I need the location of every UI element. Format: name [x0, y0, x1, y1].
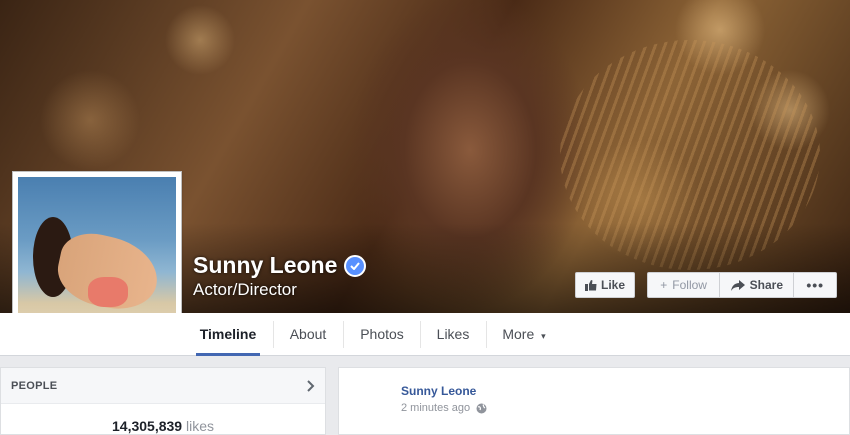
verified-badge-icon [344, 254, 367, 277]
people-card: PEOPLE 14,305,839 likes [0, 367, 326, 435]
post-meta: 2 minutes ago [401, 402, 487, 414]
tab-separator [273, 321, 274, 348]
share-button[interactable]: Share [720, 273, 795, 297]
tab-separator [486, 321, 487, 348]
page-tab-bar: Timeline About Photos Likes More ▾ [0, 313, 850, 356]
follow-label: Follow [672, 278, 707, 292]
page-action-buttons: + Follow Share ••• [647, 272, 837, 298]
page-name-row: Sunny Leone [193, 252, 367, 279]
tab-about[interactable]: About [276, 313, 340, 355]
page-name[interactable]: Sunny Leone [193, 252, 337, 279]
chevron-right-icon [307, 379, 315, 392]
profile-picture-image [18, 177, 176, 335]
likes-label: likes [185, 418, 214, 434]
tab-separator [343, 321, 344, 348]
people-card-header[interactable]: PEOPLE [1, 368, 325, 404]
tab-likes[interactable]: Likes [423, 313, 483, 355]
like-button[interactable]: Like [575, 272, 635, 298]
caret-down-icon: ▾ [541, 331, 546, 341]
tab-more-label: More [502, 326, 535, 342]
post-timestamp[interactable]: 2 minutes ago [401, 402, 470, 414]
page-category[interactable]: Actor/Director [193, 280, 297, 300]
tab-photos[interactable]: Photos [346, 313, 418, 355]
tab-timeline[interactable]: Timeline [196, 313, 260, 356]
like-label: Like [600, 278, 625, 292]
post-author[interactable]: Sunny Leone [401, 384, 476, 398]
thumbs-up-icon [584, 279, 597, 291]
follow-button[interactable]: + Follow [648, 273, 721, 297]
share-arrow-icon [730, 279, 745, 291]
globe-icon [476, 403, 487, 413]
people-title: PEOPLE [11, 379, 58, 392]
likes-count: 14,305,839 [112, 418, 183, 434]
post-card: Sunny Leone 2 minutes ago [338, 367, 850, 435]
tab-more[interactable]: More ▾ [494, 313, 554, 355]
likes-summary: 14,305,839 likes [1, 418, 325, 434]
share-label: Share [749, 278, 784, 292]
profile-image-shape [88, 277, 128, 307]
more-options-button[interactable]: ••• [794, 273, 836, 297]
plus-icon: + [660, 278, 668, 292]
tab-separator [420, 321, 421, 348]
